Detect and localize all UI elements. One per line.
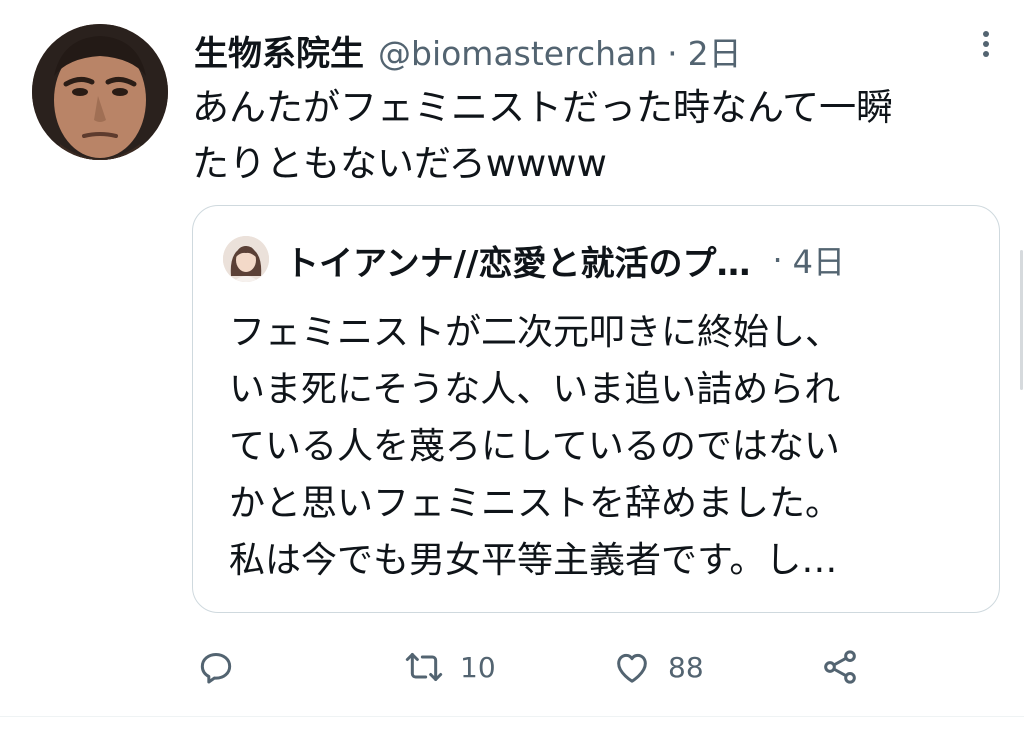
more-options-icon[interactable] [972,28,1000,64]
quoted-tweet[interactable]: トイアンナ//恋愛と就活のプ… · 4日 フェミニストが二次元叩きに終始し、 い… [192,205,1000,613]
tweet-header: 生物系院生 @biomasterchan · 2日 [194,26,742,74]
retweet-count: 10 [460,650,496,684]
author-handle[interactable]: @biomasterchan [378,34,657,73]
quoted-author-avatar [223,236,269,282]
quoted-author-display-name[interactable]: トイアンナ//恋愛と就活のプ… [285,236,750,285]
share-icon [824,650,856,684]
quoted-text-line: ている人を蔑ろにしているのではない [229,426,840,467]
divider [0,716,1024,717]
author-display-name[interactable]: 生物系院生 [194,26,364,75]
tweet-card[interactable]: 生物系院生 @biomasterchan · 2日 あんたがフェミニストだった時… [0,0,1024,734]
tweet-timestamp[interactable]: 2日 [688,27,742,75]
like-count: 88 [668,650,704,684]
author-avatar-image [32,24,168,160]
share-button[interactable] [820,642,860,692]
heart-icon [617,653,647,683]
quoted-text-line: 私は今でも男女平等主義者です。し… [229,540,838,581]
quoted-text-line: いま死にそうな人、いま追い詰められ [229,369,841,410]
reply-button[interactable] [196,642,252,692]
reply-icon [200,653,232,684]
author-avatar[interactable] [32,24,168,160]
like-button[interactable]: 88 [612,642,704,692]
quoted-separator-dot: · [772,241,783,279]
quoted-timestamp[interactable]: 4日 [793,237,845,283]
tweet-text-line: あんたがフェミニストだった時なんて一瞬 [192,86,894,129]
retweet-icon [405,653,443,681]
action-bar: 10 88 [0,642,1024,692]
tweet-text: あんたがフェミニストだった時なんて一瞬 たりともないだろwwww [192,80,1002,192]
separator-dot: · [667,34,678,73]
retweet-button[interactable]: 10 [404,642,496,692]
quoted-header: トイアンナ//恋愛と就活のプ… · 4日 [285,236,845,284]
quoted-text-line: フェミニストが二次元叩きに終始し、 [229,312,842,353]
quoted-text-line: かと思いフェミニストを辞めました。 [229,483,842,524]
tweet-text-line: たりともないだろwwww [192,142,607,185]
quoted-text: フェミニストが二次元叩きに終始し、 いま死にそうな人、いま追い詰められ ている人… [229,304,989,589]
quoted-avatar-image [223,236,269,282]
scrollbar[interactable] [1020,250,1023,390]
